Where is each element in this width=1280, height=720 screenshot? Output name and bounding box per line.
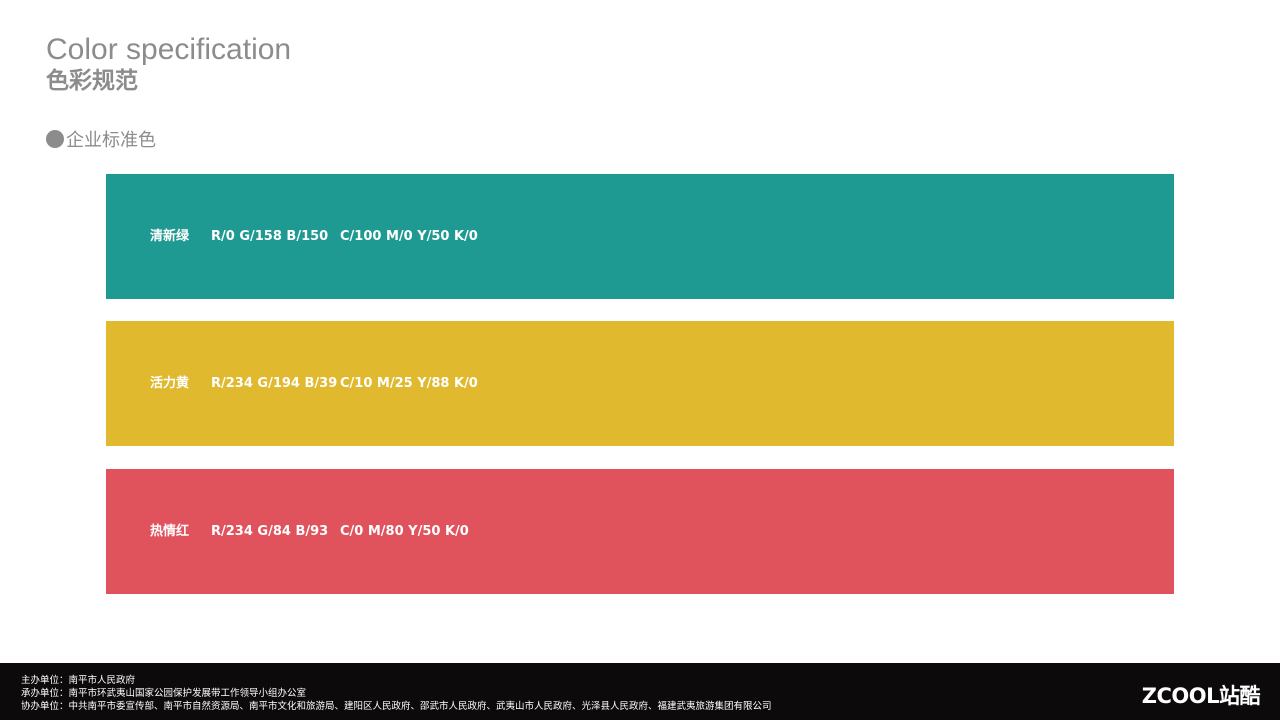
swatch-name: 清新绿 xyxy=(150,229,190,244)
footer-line-host: 主办单位：南平市人民政府 xyxy=(21,675,136,686)
page-title-en: Color specification xyxy=(46,33,292,66)
color-swatch-yellow: 活力黄 R/234 G/194 B/39 C/10 M/25 Y/88 K/0 xyxy=(106,321,1174,446)
swatch-name: 活力黄 xyxy=(150,376,190,391)
swatch-cmyk: C/0 M/80 Y/50 K/0 xyxy=(340,524,469,539)
footer-line-organizer: 承办单位：南平市环武夷山国家公园保护发展带工作领导小组办公室 xyxy=(21,688,307,699)
color-swatch-red: 热情红 R/234 G/84 B/93 C/0 M/80 Y/50 K/0 xyxy=(106,469,1174,594)
swatch-rgb: R/234 G/84 B/93 xyxy=(211,524,329,539)
footer-credits: 主办单位：南平市人民政府 承办单位：南平市环武夷山国家公园保护发展带工作领导小组… xyxy=(21,674,772,713)
footer-bar: 主办单位：南平市人民政府 承办单位：南平市环武夷山国家公园保护发展带工作领导小组… xyxy=(0,663,1280,720)
color-swatch-green: 清新绿 R/0 G/158 B/150 C/100 M/0 Y/50 K/0 xyxy=(106,174,1174,299)
bullet-dot-icon xyxy=(46,130,64,148)
section-label: 企业标准色 xyxy=(66,130,156,151)
swatch-rgb: R/0 G/158 B/150 xyxy=(211,229,329,244)
section-heading: 企业标准色 xyxy=(46,127,156,151)
swatch-cmyk: C/100 M/0 Y/50 K/0 xyxy=(340,229,478,244)
swatch-rgb: R/234 G/194 B/39 xyxy=(211,376,338,391)
zcool-logo: ZCOOL站酷 xyxy=(1141,684,1261,708)
page-title-cn: 色彩规范 xyxy=(46,68,138,94)
footer-line-co-organizer: 协办单位：中共南平市委宣传部、南平市自然资源局、南平市文化和旅游局、建阳区人民政… xyxy=(21,701,772,712)
swatch-name: 热情红 xyxy=(150,524,190,539)
swatch-cmyk: C/10 M/25 Y/88 K/0 xyxy=(340,376,478,391)
